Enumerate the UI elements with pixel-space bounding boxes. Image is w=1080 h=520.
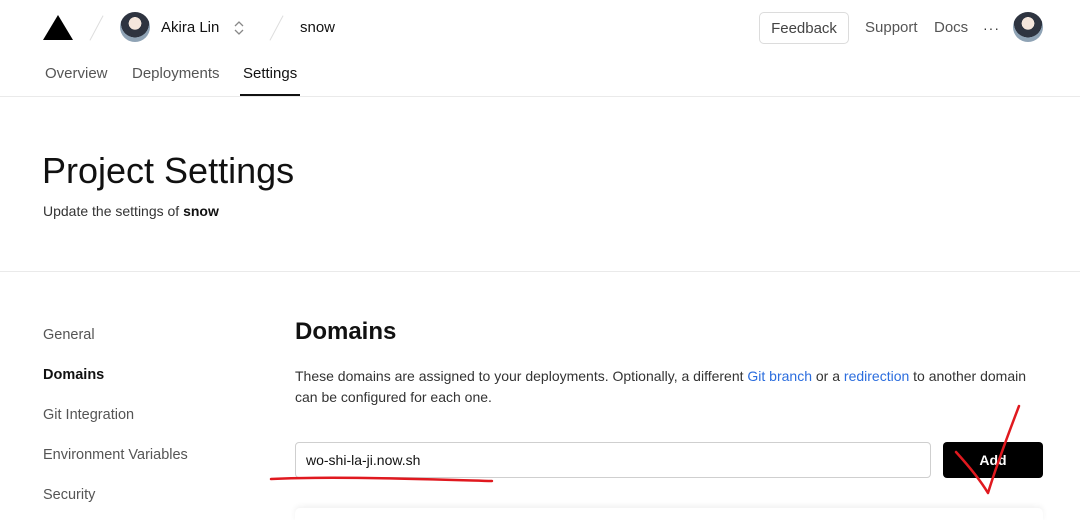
domain-input[interactable] — [295, 442, 931, 478]
team-name[interactable]: Akira Lin — [161, 19, 219, 36]
domain-card — [295, 508, 1043, 520]
sidebar-item-git-integration[interactable]: Git Integration — [43, 407, 134, 423]
domains-title: Domains — [295, 318, 397, 345]
sidebar-item-domains[interactable]: Domains — [43, 367, 104, 383]
support-link[interactable]: Support — [865, 19, 918, 36]
top-navbar: Akira Lin snow Feedback Support Docs ··· — [0, 0, 1080, 56]
annotation-underline — [269, 476, 494, 483]
vercel-logo-icon[interactable] — [43, 15, 73, 40]
sidebar-item-environment-variables[interactable]: Environment Variables — [43, 447, 188, 463]
feedback-button[interactable]: Feedback — [759, 12, 849, 44]
desc-text: or a — [812, 368, 844, 384]
git-branch-link[interactable]: Git branch — [747, 368, 812, 384]
breadcrumb-separator — [89, 15, 104, 41]
page-title: Project Settings — [42, 150, 295, 191]
user-avatar[interactable] — [1013, 12, 1043, 42]
tab-settings[interactable]: Settings — [243, 65, 297, 82]
redirection-link[interactable]: redirection — [844, 368, 909, 384]
docs-link[interactable]: Docs — [934, 19, 968, 36]
breadcrumb-separator — [269, 15, 284, 41]
domains-description: These domains are assigned to your deplo… — [295, 366, 1040, 408]
desc-text: These domains are assigned to your deplo… — [295, 368, 748, 384]
project-name[interactable]: snow — [300, 19, 335, 36]
team-avatar[interactable] — [120, 12, 150, 42]
sidebar-item-general[interactable]: General — [43, 327, 95, 343]
project-tabs: Overview Deployments Settings — [0, 56, 1080, 97]
page-subtitle: Update the settings of snow — [43, 203, 219, 219]
add-domain-button[interactable]: Add — [943, 442, 1043, 478]
section-divider — [0, 271, 1080, 272]
chevron-up-down-icon[interactable] — [232, 18, 246, 38]
sidebar-item-security[interactable]: Security — [43, 487, 95, 503]
more-options-icon[interactable]: ··· — [983, 20, 999, 36]
page-subtitle-text: Update the settings of — [43, 203, 184, 219]
tab-overview[interactable]: Overview — [45, 65, 108, 82]
page-subtitle-project: snow — [183, 203, 219, 219]
tab-deployments[interactable]: Deployments — [132, 65, 220, 82]
active-tab-indicator — [240, 94, 300, 96]
